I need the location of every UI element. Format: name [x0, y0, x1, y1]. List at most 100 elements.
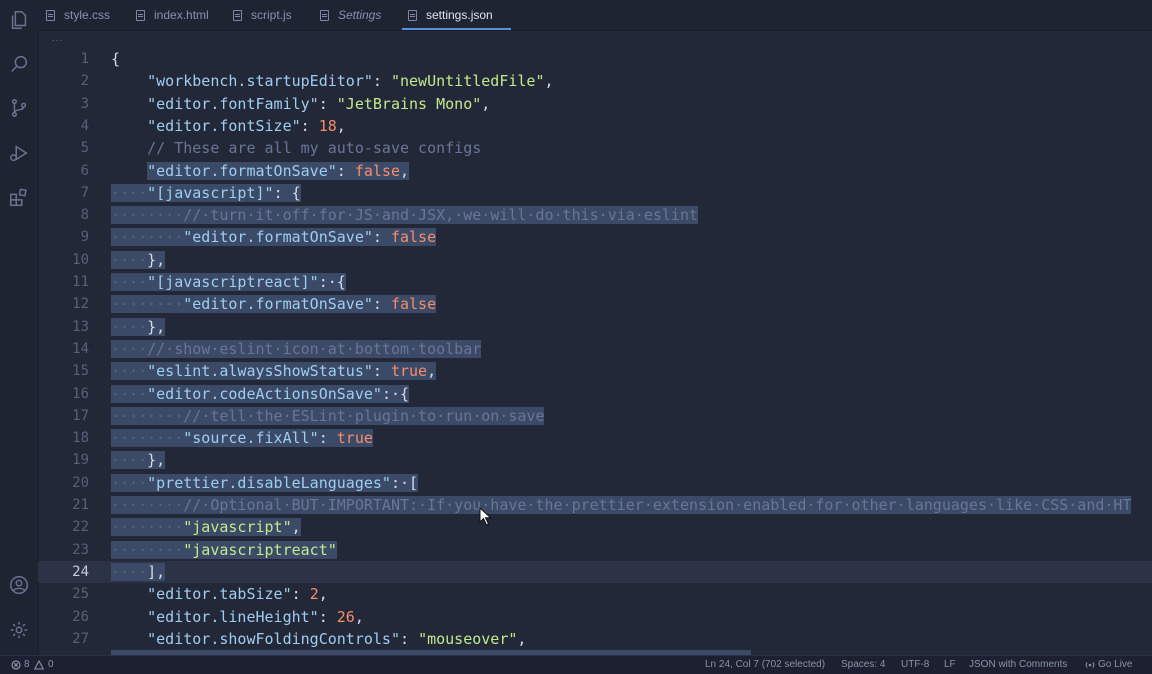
code-line[interactable]: 25 "editor.tabSize": 2, [38, 583, 1152, 605]
code-text: ········"editor.formatOnSave": false [111, 228, 437, 247]
file-icon [408, 9, 417, 21]
code-line[interactable]: 9 ········"editor.formatOnSave": false [38, 226, 1152, 248]
code-line[interactable]: 21 ········//·Optional·BUT·IMPORTANT:·If·… [38, 494, 1152, 516]
file-icon [136, 9, 145, 21]
tab-label: settings.json [426, 8, 493, 22]
line-number: 9 [80, 229, 89, 246]
code-text: "editor.fontSize": 18, [147, 116, 346, 135]
code-line[interactable]: 23 ········"javascriptreact" [38, 539, 1152, 561]
code-line[interactable]: 16 ····"editor.codeActionsOnSave":·{ [38, 383, 1152, 405]
code-line[interactable]: 14 ····//·show·eslint·icon·at·bottom·tool… [38, 338, 1152, 360]
line-number: 21 [72, 497, 89, 513]
indentation[interactable]: Spaces: 4 [841, 659, 885, 670]
file-icon [46, 9, 55, 21]
line-number: 14 [72, 340, 89, 357]
code-text: ····//·show·eslint·icon·at·bottom·toolba… [111, 339, 482, 358]
line-number: 19 [72, 452, 89, 469]
line-number: 2 [80, 73, 89, 90]
line-number: 16 [72, 385, 89, 402]
line-number: 4 [80, 117, 89, 134]
warning-count[interactable]: 0 [48, 659, 54, 670]
line-number: 25 [72, 586, 89, 603]
file-icon [233, 9, 242, 21]
active-tab-indicator [402, 28, 511, 30]
code-text: ····}, [111, 317, 166, 336]
tab-settings[interactable]: Settings [320, 0, 381, 30]
code-line[interactable]: 22 ········"javascript", [38, 516, 1152, 538]
error-icon [11, 660, 21, 670]
code-line[interactable]: 10 ····}, [38, 249, 1152, 271]
line-number: 3 [80, 95, 89, 112]
line-number: 15 [72, 363, 89, 380]
line-number: 18 [72, 430, 89, 447]
code-text: // These are all my auto-save configs [147, 139, 482, 158]
line-number: 17 [72, 407, 89, 424]
mouse-pointer-icon [479, 507, 492, 526]
code-text: ····"[javascript]": { [111, 183, 301, 202]
code-text: ········"source.fixAll": true [111, 429, 373, 448]
code-line[interactable]: 3 "editor.fontFamily": "JetBrains Mono", [38, 93, 1152, 115]
activity-bar [0, 0, 39, 655]
code-text: "editor.formatOnSave": false, [147, 161, 410, 180]
line-number: 26 [72, 608, 89, 625]
code-line[interactable]: 6 "editor.formatOnSave": false, [38, 160, 1152, 182]
tab-settings-json[interactable]: settings.json [408, 0, 493, 30]
tab-style-css[interactable]: style.css [46, 0, 110, 30]
language-mode[interactable]: JSON with Comments [969, 659, 1067, 670]
code-line[interactable]: 1{ [38, 48, 1152, 70]
code-text: ········"editor.formatOnSave": false [111, 295, 437, 314]
code-line[interactable]: 8 ········//·turn·it·off·for·JS·and·JSX,·… [38, 204, 1152, 226]
warning-icon [34, 660, 44, 670]
run-debug-icon[interactable] [7, 141, 31, 165]
breadcrumb[interactable]: ... [52, 33, 63, 44]
code-line[interactable]: 2 "workbench.startupEditor": "newUntitle… [38, 70, 1152, 92]
code-text: "editor.tabSize": 2, [147, 585, 328, 604]
code-line[interactable]: 7 ····"[javascript]": { [38, 182, 1152, 204]
code-text: ····"prettier.disableLanguages":·[ [111, 473, 419, 492]
code-line[interactable]: 13 ····}, [38, 316, 1152, 338]
line-number: 13 [72, 318, 89, 335]
source-control-icon[interactable] [7, 96, 31, 120]
tab-label: index.html [154, 8, 209, 22]
code-line[interactable]: 17 ········//·tell·the·ESLint·plugin·to·r… [38, 405, 1152, 427]
tab-label: style.css [64, 8, 111, 22]
search-icon[interactable] [7, 52, 31, 76]
tab-label: Settings [338, 8, 382, 22]
line-number: 27 [72, 630, 89, 647]
explorer-icon[interactable] [7, 8, 31, 32]
code-editor[interactable]: 1{2 "workbench.startupEditor": "newUntit… [38, 47, 1152, 655]
cursor-position[interactable]: Ln 24, Col 7 (702 selected) [705, 659, 825, 670]
gear-icon[interactable] [7, 618, 31, 642]
code-text: ····}, [111, 250, 166, 269]
tab-index-html[interactable]: index.html [136, 0, 209, 30]
line-number: 23 [72, 541, 89, 558]
code-line[interactable]: 11 ····"[javascriptreact]":·{ [38, 271, 1152, 293]
code-text: ····], [111, 562, 166, 581]
go-live-button[interactable]: Go Live [1098, 659, 1132, 670]
code-line[interactable]: 4 "editor.fontSize": 18, [38, 115, 1152, 137]
code-text: "editor.lineHeight": 26, [147, 607, 364, 626]
code-line[interactable]: 19 ····}, [38, 449, 1152, 471]
line-number: 6 [80, 162, 89, 179]
line-number: 1 [80, 51, 89, 67]
tab-bar: style.css index.html script.js Settings … [38, 0, 1152, 31]
code-line[interactable]: 12 ········"editor.formatOnSave": false [38, 293, 1152, 315]
code-line[interactable]: 15 ····"eslint.alwaysShowStatus": true, [38, 360, 1152, 382]
extensions-icon[interactable] [7, 186, 31, 210]
account-icon[interactable] [7, 573, 31, 597]
code-line[interactable]: 24 ····], [38, 560, 1152, 584]
code-line[interactable]: 20 ····"prettier.disableLanguages":·[ [38, 472, 1152, 494]
tab-script-js[interactable]: script.js [233, 0, 292, 30]
broadcast-icon [1085, 661, 1095, 669]
code-line[interactable]: 5 // These are all my auto-save configs [38, 137, 1152, 159]
code-text: "workbench.startupEditor": "newUntitledF… [147, 72, 554, 91]
code-text: ········//·Optional·BUT·IMPORTANT:·If·yo… [111, 496, 1132, 514]
code-line[interactable]: 26 "editor.lineHeight": 26, [38, 606, 1152, 628]
code-line[interactable]: 27 "editor.showFoldingControls": "mouseo… [38, 628, 1152, 650]
status-bar: 8 0 Ln 24, Col 7 (702 selected) Spaces: … [0, 655, 1152, 674]
line-number: 7 [80, 184, 89, 201]
error-count[interactable]: 8 [24, 659, 30, 670]
code-line[interactable]: 18 ········"source.fixAll": true [38, 427, 1152, 449]
end-of-line[interactable]: LF [944, 659, 956, 670]
encoding[interactable]: UTF-8 [901, 659, 929, 670]
